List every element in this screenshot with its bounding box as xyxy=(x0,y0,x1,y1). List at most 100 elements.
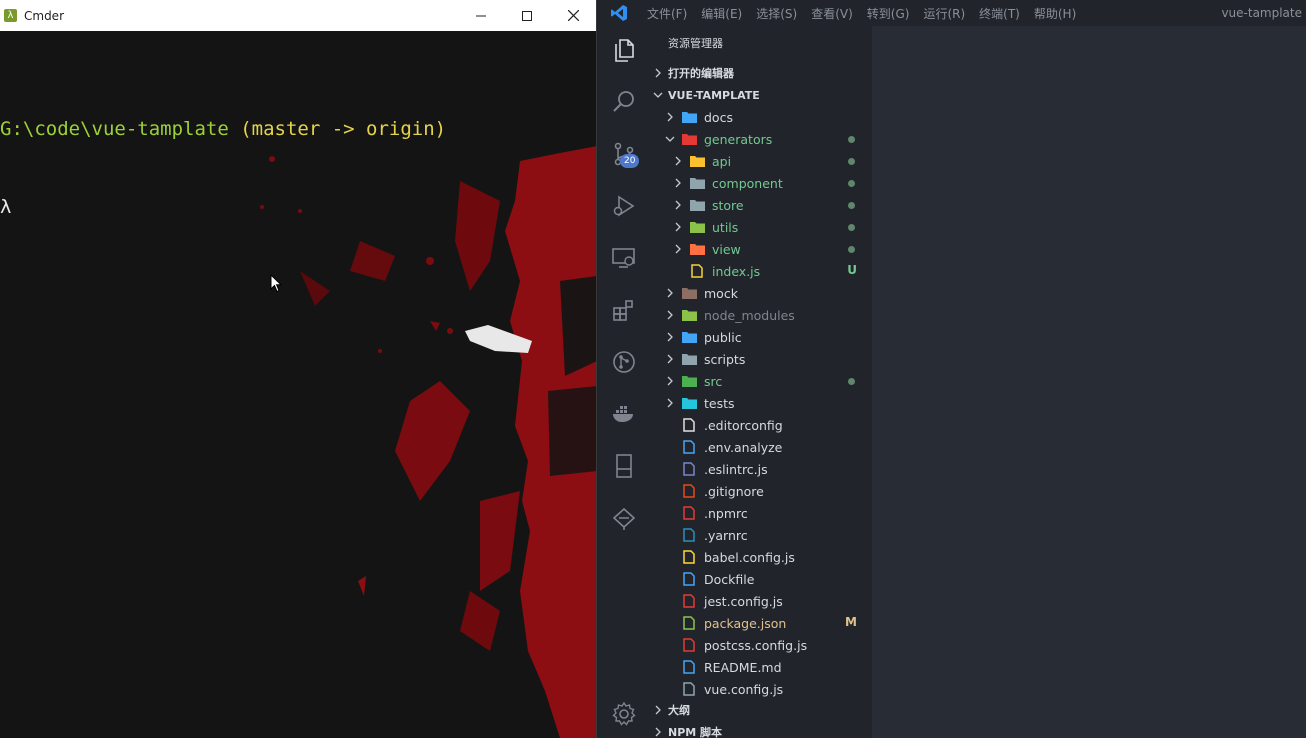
file-icon xyxy=(681,546,697,568)
tree-item-label: public xyxy=(704,329,742,345)
tree-item-label: node_modules xyxy=(704,307,795,323)
menu-item[interactable]: 终端(T) xyxy=(972,5,1027,22)
folder-icon xyxy=(689,194,705,216)
git-status-badge: M xyxy=(845,615,857,629)
git-change-dot-icon xyxy=(848,378,855,385)
tree-item-label: docs xyxy=(704,109,733,125)
git-change-dot-icon xyxy=(848,158,855,165)
folder-icon xyxy=(689,172,705,194)
tree-folder-row[interactable]: store xyxy=(648,194,872,216)
tree-file-row[interactable]: package.json M xyxy=(648,612,872,634)
minimize-button[interactable] xyxy=(458,0,504,31)
tree-item-label: .yarnrc xyxy=(704,527,748,543)
menu-item[interactable]: 转到(G) xyxy=(860,5,917,22)
folder-icon xyxy=(681,326,697,348)
tree-item-label: view xyxy=(712,241,741,257)
terminal-output[interactable]: G:\code\vue-tamplate (master -> origin) … xyxy=(0,64,446,272)
tree-file-row[interactable]: Dockfile xyxy=(648,568,872,590)
run-debug-icon[interactable] xyxy=(610,192,638,220)
tree-file-row[interactable]: vue.config.js xyxy=(648,678,872,700)
tree-file-row[interactable]: index.js U xyxy=(648,260,872,282)
open-editors-label: 打开的编辑器 xyxy=(668,67,734,80)
tree-file-row[interactable]: .eslintrc.js xyxy=(648,458,872,480)
git-change-dot-icon xyxy=(848,246,855,253)
chevron-down-icon xyxy=(664,128,676,150)
tree-folder-row[interactable]: view xyxy=(648,238,872,260)
file-icon xyxy=(681,414,697,436)
tree-file-row[interactable]: README.md xyxy=(648,656,872,678)
extensions-icon[interactable] xyxy=(610,296,638,324)
file-icon xyxy=(681,524,697,546)
tree-item-label: utils xyxy=(712,219,739,235)
folder-icon xyxy=(681,282,697,304)
menu-item[interactable]: 文件(F) xyxy=(640,5,694,22)
terminal-path: G:\code\vue-tamplate xyxy=(0,118,229,140)
remote-explorer-icon[interactable] xyxy=(610,244,638,272)
chevron-right-icon xyxy=(664,326,676,348)
menu-item[interactable]: 运行(R) xyxy=(916,5,972,22)
tree-file-row[interactable]: jest.config.js xyxy=(648,590,872,612)
git-graph-icon[interactable] xyxy=(610,348,638,376)
outline-section[interactable]: 大纲 xyxy=(648,699,872,721)
search-icon[interactable] xyxy=(610,88,638,116)
explorer-icon[interactable] xyxy=(610,36,638,64)
file-icon xyxy=(681,678,697,700)
tree-item-label: Dockfile xyxy=(704,571,755,587)
close-button[interactable] xyxy=(550,0,596,31)
menu-item[interactable]: 查看(V) xyxy=(804,5,860,22)
explorer-title: 资源管理器 xyxy=(668,37,723,50)
open-editors-section[interactable]: 打开的编辑器 xyxy=(648,62,872,84)
menu-item[interactable]: 帮助(H) xyxy=(1027,5,1083,22)
chevron-right-icon xyxy=(648,68,668,78)
tree-folder-row[interactable]: node_modules xyxy=(648,304,872,326)
file-icon xyxy=(681,480,697,502)
minimize-icon xyxy=(476,15,486,16)
chevron-right-icon xyxy=(672,238,684,260)
chevron-right-icon xyxy=(664,106,676,128)
folder-icon xyxy=(689,238,705,260)
tree-folder-row[interactable]: tests xyxy=(648,392,872,414)
tree-item-label: store xyxy=(712,197,744,213)
tree-folder-row[interactable]: generators xyxy=(648,128,872,150)
deploy-icon[interactable] xyxy=(610,504,638,532)
settings-gear-icon[interactable] xyxy=(610,700,638,728)
tree-file-row[interactable]: .npmrc xyxy=(648,502,872,524)
tree-folder-row[interactable]: public xyxy=(648,326,872,348)
bookmarks-icon[interactable] xyxy=(610,452,638,480)
project-section[interactable]: VUE-TAMPLATE xyxy=(648,84,872,106)
cmder-titlebar: λ Cmder xyxy=(0,0,596,31)
cmder-title: Cmder xyxy=(24,8,65,23)
maximize-button[interactable] xyxy=(504,0,550,31)
npm-scripts-section[interactable]: NPM 脚本 xyxy=(648,721,872,738)
file-icon xyxy=(681,436,697,458)
tree-file-row[interactable]: .env.analyze xyxy=(648,436,872,458)
tree-file-row[interactable]: .editorconfig xyxy=(648,414,872,436)
window-title: vue-tamplate xyxy=(1221,6,1302,20)
tree-folder-row[interactable]: component xyxy=(648,172,872,194)
chevron-right-icon xyxy=(664,282,676,304)
tree-folder-row[interactable]: mock xyxy=(648,282,872,304)
editor-area[interactable] xyxy=(872,26,1306,738)
outline-label: 大纲 xyxy=(668,704,690,717)
git-change-dot-icon xyxy=(848,136,855,143)
tree-folder-row[interactable]: docs xyxy=(648,106,872,128)
tree-folder-row[interactable]: src xyxy=(648,370,872,392)
file-icon xyxy=(681,502,697,524)
tree-folder-row[interactable]: scripts xyxy=(648,348,872,370)
tree-file-row[interactable]: .yarnrc xyxy=(648,524,872,546)
tree-file-row[interactable]: .gitignore xyxy=(648,480,872,502)
tree-file-row[interactable]: postcss.config.js xyxy=(648,634,872,656)
chevron-right-icon xyxy=(664,370,676,392)
tree-item-label: .env.analyze xyxy=(704,439,783,455)
folder-icon xyxy=(681,106,697,128)
menu-item[interactable]: 编辑(E) xyxy=(694,5,749,22)
npm-scripts-label: NPM 脚本 xyxy=(668,726,723,738)
tree-file-row[interactable]: babel.config.js xyxy=(648,546,872,568)
tree-item-label: generators xyxy=(704,131,773,147)
file-icon xyxy=(689,260,705,282)
tree-folder-row[interactable]: utils xyxy=(648,216,872,238)
menu-item[interactable]: 选择(S) xyxy=(749,5,804,22)
file-icon xyxy=(681,590,697,612)
docker-icon[interactable] xyxy=(610,400,638,428)
tree-folder-row[interactable]: api xyxy=(648,150,872,172)
